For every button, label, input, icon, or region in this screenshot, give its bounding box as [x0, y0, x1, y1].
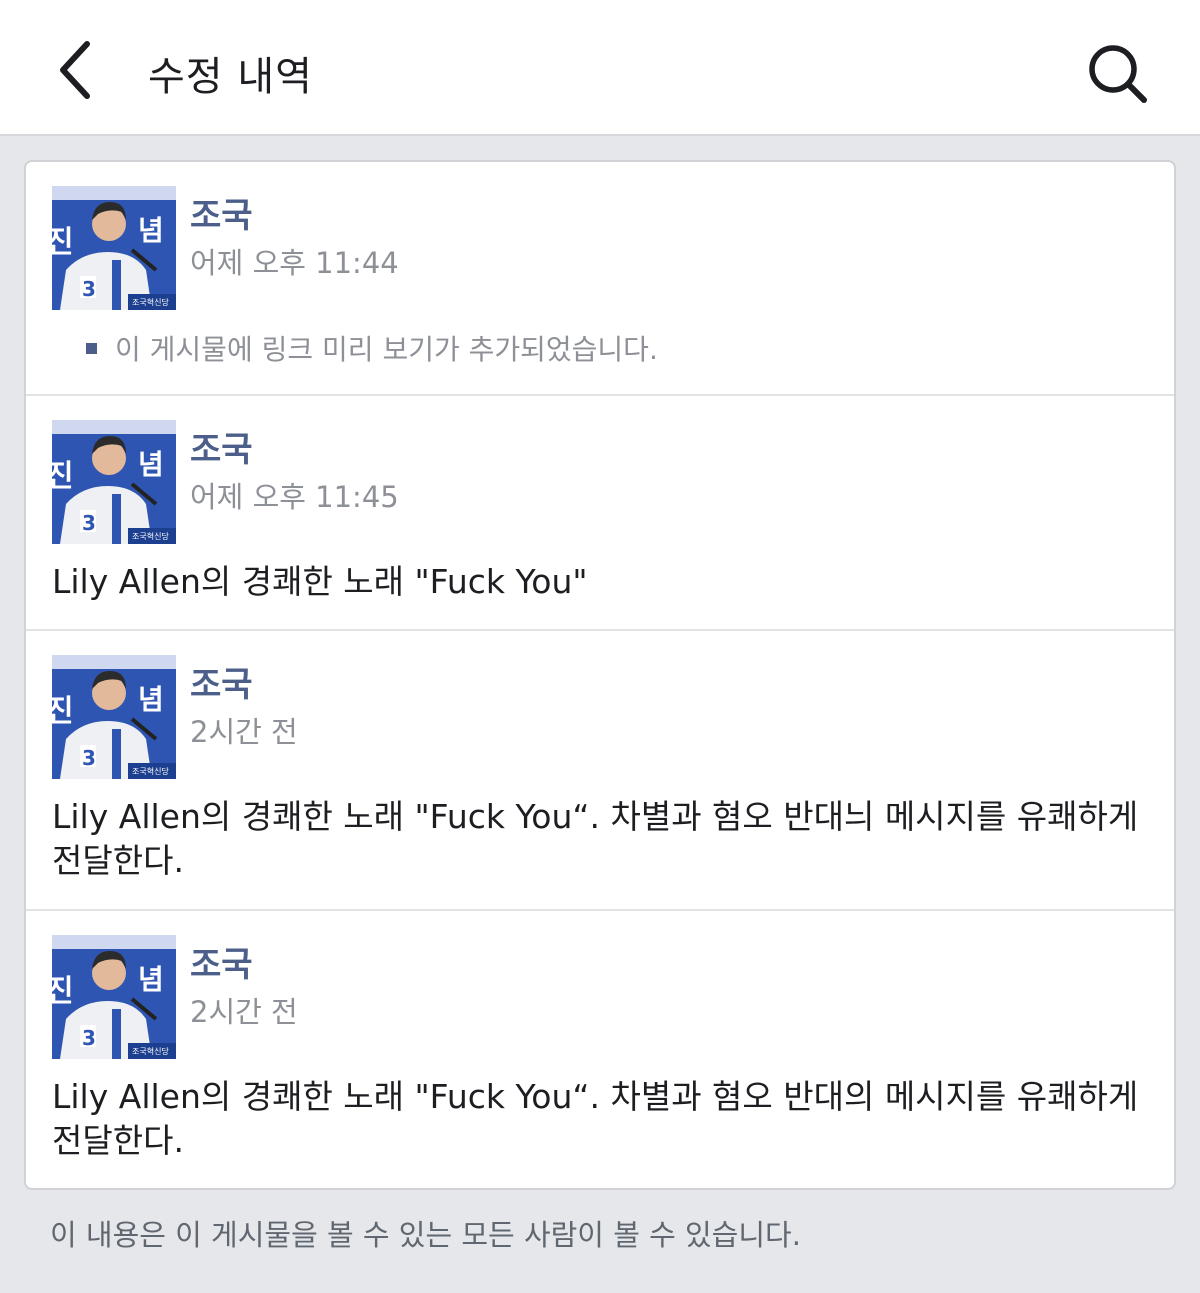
svg-text:조국혁신당: 조국혁신당	[132, 531, 169, 541]
bullet-icon	[86, 342, 97, 354]
svg-text:진: 진	[52, 459, 74, 494]
svg-text:념: 념	[138, 683, 164, 716]
edit-history-card: 념 진 3 조국혁신당 조국 어제 오후 11:44 이 게시물에 링크 미리 …	[24, 160, 1176, 1190]
post-text: Lily Allen의 경쾌한 노래 "Fuck You“. 차별과 혐오 반대…	[52, 1077, 1139, 1160]
edit-history-entry: 념 진 3 조국혁신당 조국 어제 오후 11:44 이 게시물에 링크 미리 …	[26, 162, 1174, 396]
timestamp[interactable]: 어제 오후 11:44	[190, 240, 399, 282]
post-text: Lily Allen의 경쾌한 노래 "Fuck You“. 차별과 혐오 반대…	[52, 797, 1139, 880]
author-name[interactable]: 조국	[190, 657, 253, 706]
svg-text:념: 념	[138, 214, 164, 247]
timestamp[interactable]: 어제 오후 11:45	[190, 474, 399, 516]
profile-photo: 념 진 3 조국혁신당	[52, 186, 176, 310]
author-name[interactable]: 조국	[190, 937, 253, 986]
svg-text:념: 념	[138, 448, 164, 481]
profile-photo: 념 진 3 조국혁신당	[52, 420, 176, 544]
svg-text:3: 3	[82, 277, 96, 301]
author-name[interactable]: 조국	[190, 188, 253, 237]
search-icon	[1089, 45, 1147, 103]
edit-note: 이 게시물에 링크 미리 보기가 추가되었습니다.	[86, 328, 658, 368]
svg-text:진: 진	[52, 694, 74, 729]
svg-text:조국혁신당: 조국혁신당	[132, 297, 169, 307]
chevron-left-icon	[60, 41, 90, 99]
avatar[interactable]: 념 진 3 조국혁신당	[52, 655, 176, 779]
edit-note-text: 이 게시물에 링크 미리 보기가 추가되었습니다.	[115, 333, 658, 366]
svg-text:3: 3	[82, 511, 96, 535]
profile-photo: 념 진 3 조국혁신당	[52, 935, 176, 1059]
top-app-bar: 수정 내역	[0, 0, 1200, 136]
visibility-notice: 이 내용은 이 게시물을 볼 수 있는 모든 사람이 볼 수 있습니다.	[50, 1218, 801, 1252]
author-name[interactable]: 조국	[190, 422, 253, 471]
search-button[interactable]	[1078, 34, 1158, 114]
profile-photo: 념 진 3 조국혁신당	[52, 655, 176, 779]
edit-history-entry: 념 진 3 조국혁신당 조국 2시간 전 Lily Allen의 경쾌한 노래 …	[26, 631, 1174, 911]
svg-text:3: 3	[82, 1026, 96, 1050]
svg-text:진: 진	[52, 974, 74, 1009]
edit-history-entry: 념 진 3 조국혁신당 조국 어제 오후 11:45 Lily Allen의 경…	[26, 396, 1174, 631]
post-text: Lily Allen의 경쾌한 노래 "Fuck You"	[52, 562, 588, 601]
svg-text:념: 념	[138, 963, 164, 996]
avatar[interactable]: 념 진 3 조국혁신당	[52, 420, 176, 544]
svg-text:3: 3	[82, 746, 96, 770]
svg-text:조국혁신당: 조국혁신당	[132, 766, 169, 776]
timestamp[interactable]: 2시간 전	[190, 709, 298, 751]
edit-history-entry: 념 진 3 조국혁신당 조국 2시간 전 Lily Allen의 경쾌한 노래 …	[26, 911, 1174, 1188]
page-title: 수정 내역	[148, 54, 313, 100]
svg-text:진: 진	[52, 225, 74, 260]
timestamp[interactable]: 2시간 전	[190, 989, 298, 1031]
avatar[interactable]: 념 진 3 조국혁신당	[52, 186, 176, 310]
svg-text:조국혁신당: 조국혁신당	[132, 1046, 169, 1056]
back-button[interactable]	[40, 30, 110, 110]
avatar[interactable]: 념 진 3 조국혁신당	[52, 935, 176, 1059]
